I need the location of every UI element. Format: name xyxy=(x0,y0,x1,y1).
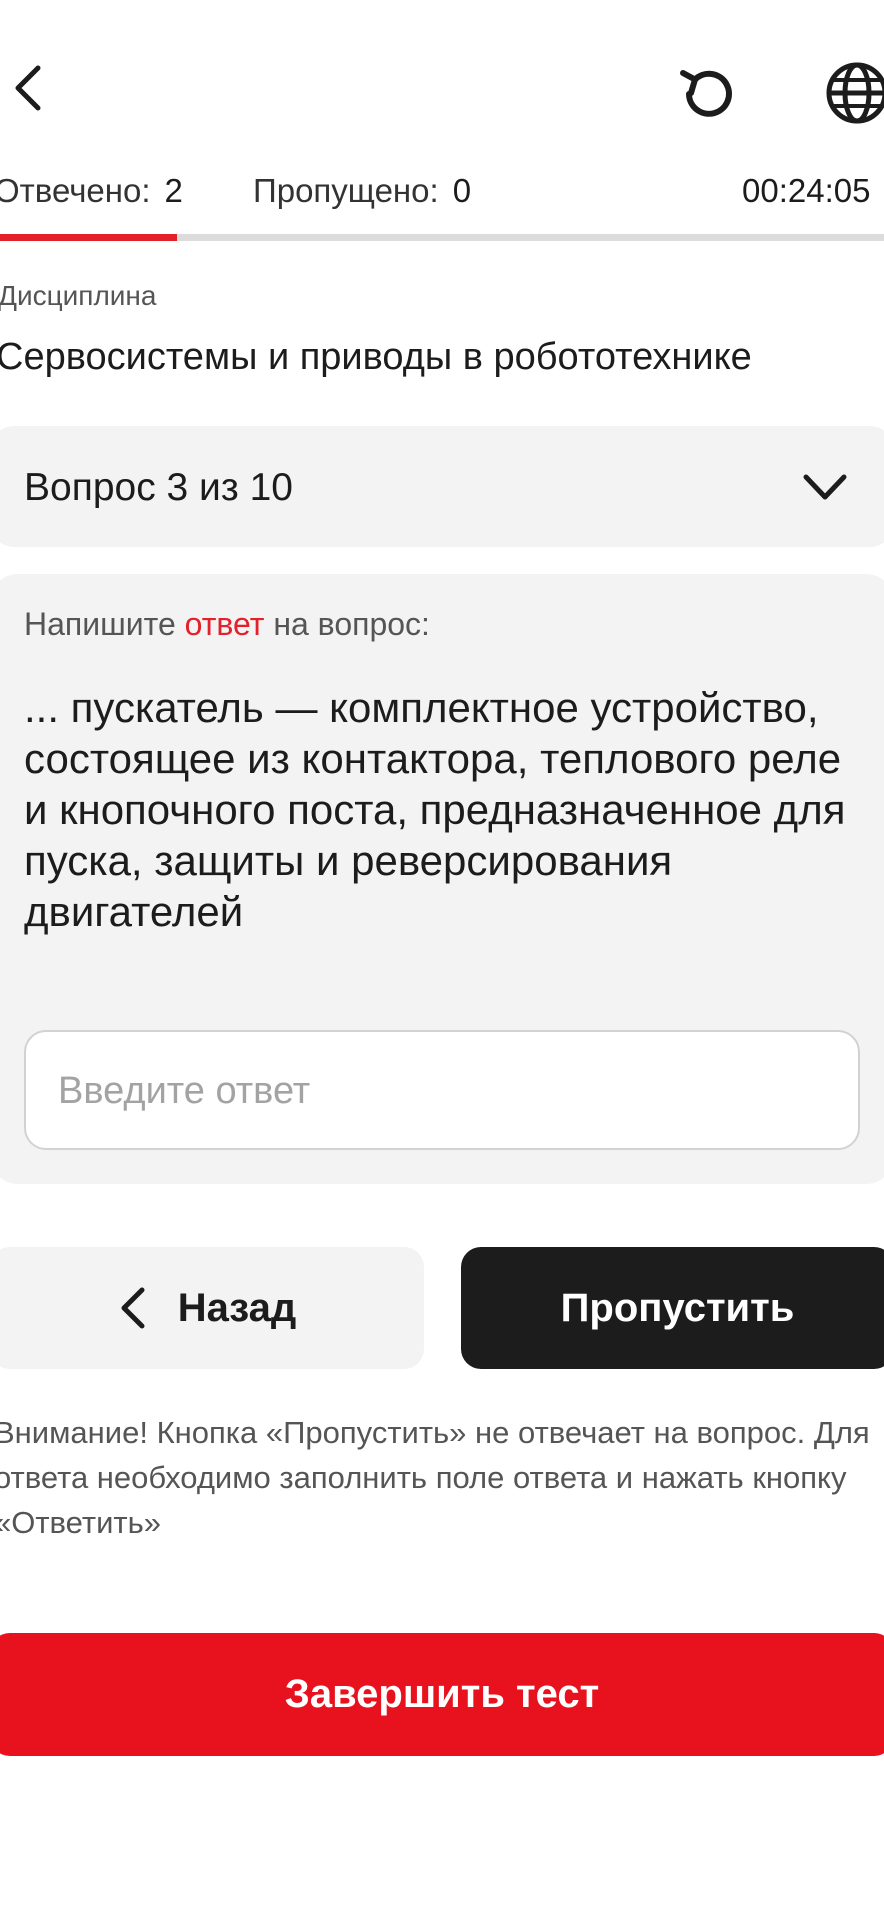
question-prompt: Напишите ответ на вопрос: xyxy=(24,606,430,643)
answered-label: Отвечено: xyxy=(0,172,151,209)
skip-button-label: Пропустить xyxy=(560,1285,795,1330)
skip-warning: Внимание! Кнопка «Пропустить» не отвечае… xyxy=(0,1415,870,1540)
back-nav-label: Назад xyxy=(177,1285,297,1330)
question-card: Напишите ответ на вопрос: ... пускатель … xyxy=(0,574,884,1184)
progress-bar xyxy=(0,234,884,241)
globe-icon xyxy=(826,62,884,124)
question-prompt-highlight: ответ xyxy=(184,606,265,642)
skipped-label: Пропущено: xyxy=(253,172,439,209)
answered-value: 2 xyxy=(164,172,183,209)
finish-test-label: Завершить тест xyxy=(284,1672,600,1716)
language-button[interactable] xyxy=(814,56,884,132)
back-nav-button[interactable]: Назад xyxy=(0,1247,424,1369)
answer-field xyxy=(24,1030,860,1150)
skip-button[interactable]: Пропустить xyxy=(461,1247,884,1369)
discipline-label: Дисциплина xyxy=(0,280,157,311)
question-selector[interactable]: Вопрос 3 из 10 xyxy=(0,426,884,547)
chevron-left-icon xyxy=(15,65,41,111)
answer-input[interactable] xyxy=(56,1052,830,1130)
skipped-value: 0 xyxy=(452,172,472,209)
back-button[interactable] xyxy=(0,52,56,124)
question-prompt-after: на вопрос: xyxy=(264,606,430,642)
question-selector-label: Вопрос 3 из 10 xyxy=(24,466,293,509)
chevron-down-icon xyxy=(803,474,847,500)
progress-bar-fill xyxy=(0,234,177,241)
reset-button[interactable] xyxy=(670,58,746,130)
question-prompt-before: Напишите xyxy=(24,606,185,642)
reset-icon xyxy=(680,70,732,117)
answered-counter: Отвечено: 2 xyxy=(0,172,183,210)
finish-test-button[interactable]: Завершить тест xyxy=(0,1633,884,1756)
skipped-counter: Пропущено: 0 xyxy=(253,172,471,210)
chevron-left-icon xyxy=(121,1287,145,1329)
discipline-name: Сервосистемы и приводы в робототехнике xyxy=(0,336,752,378)
question-text: ... пускатель — комплектное устройство, … xyxy=(24,684,846,935)
timer: 00:24:05 xyxy=(742,172,871,209)
